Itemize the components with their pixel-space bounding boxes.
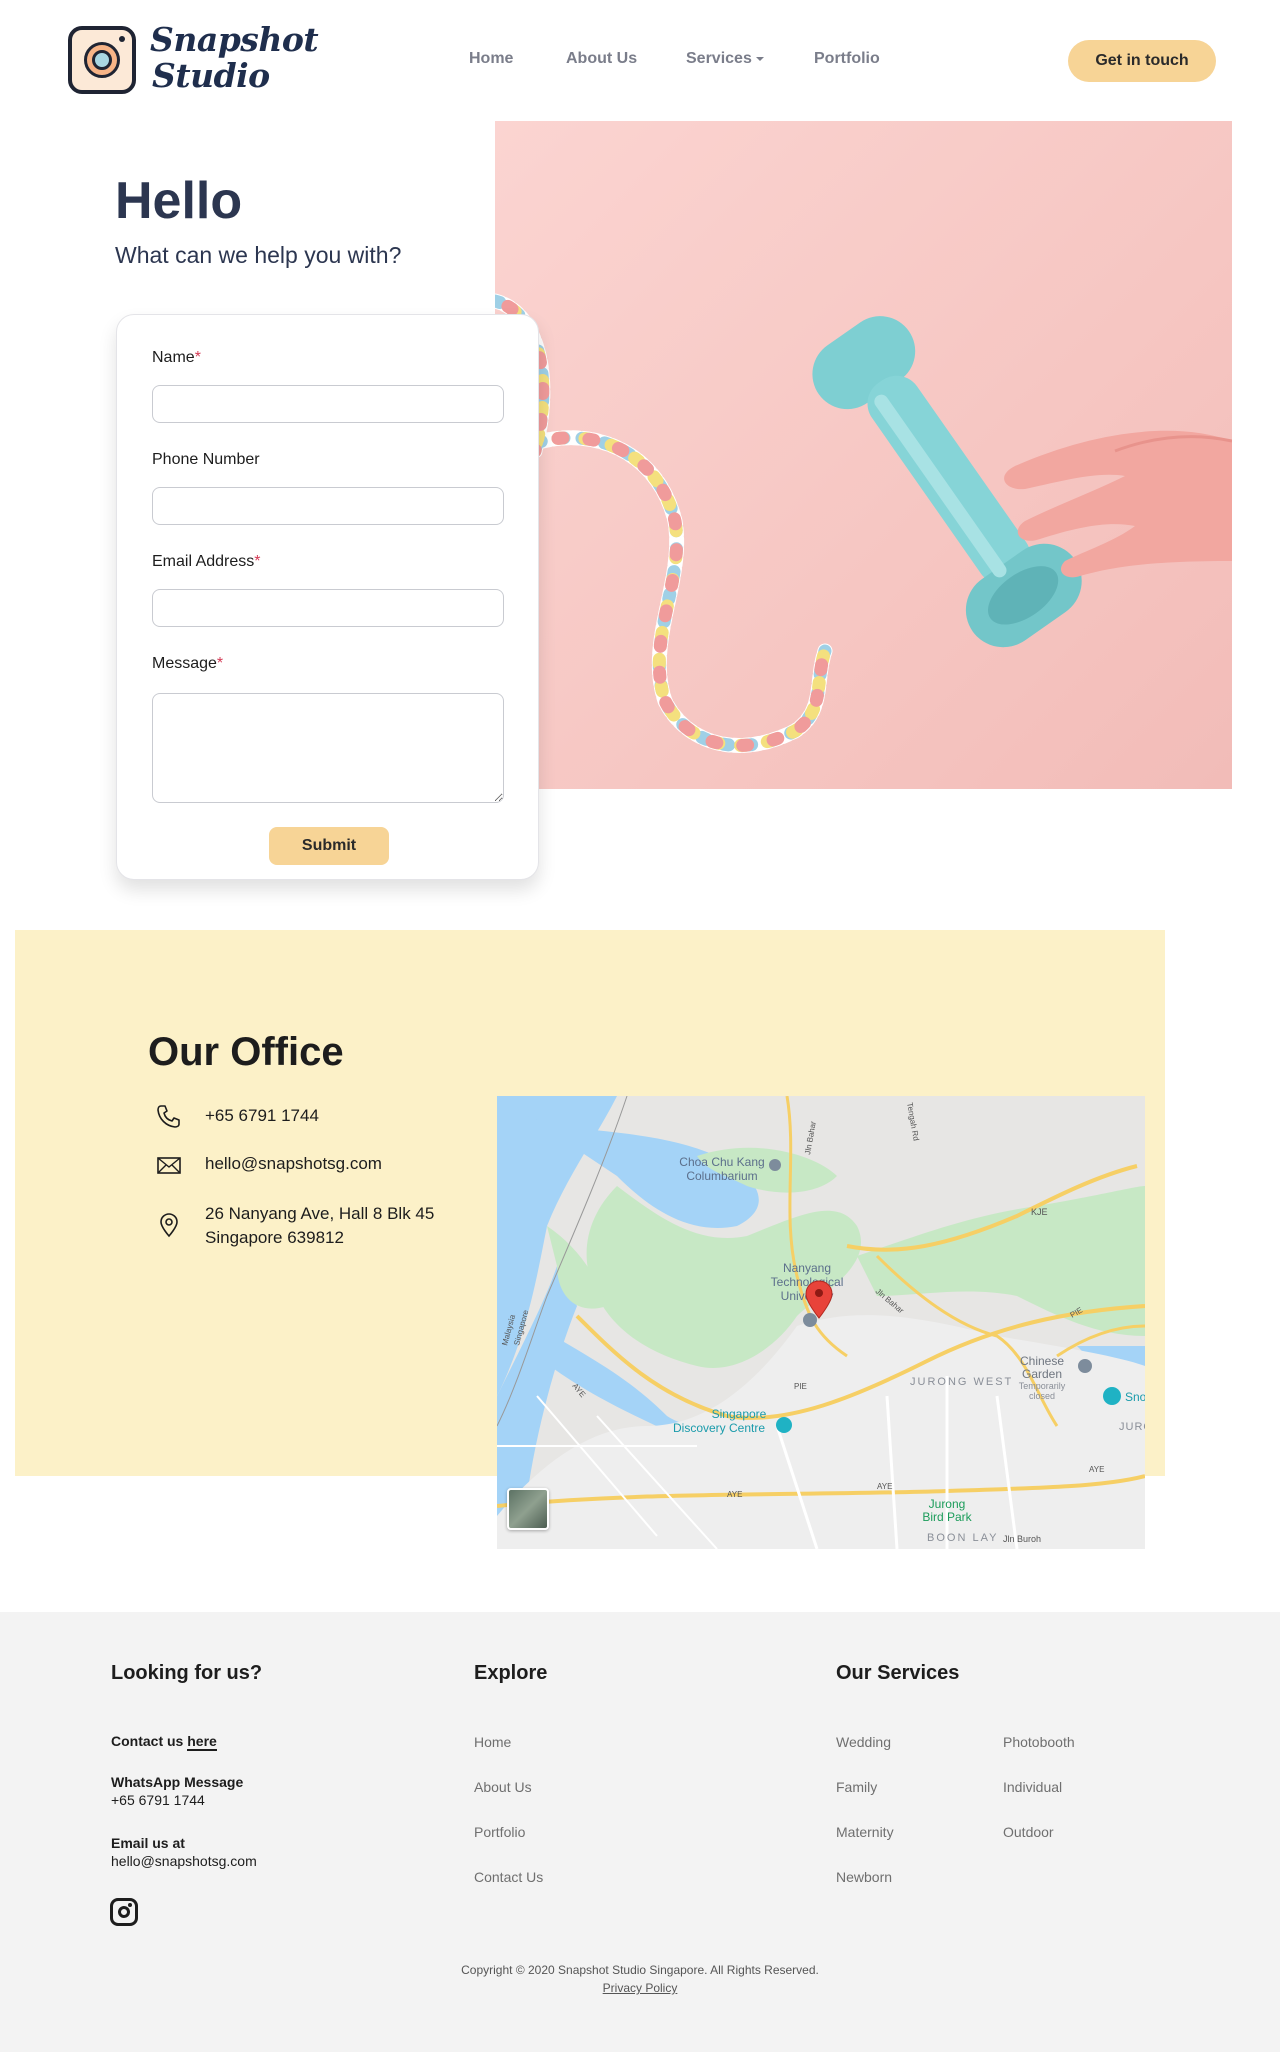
mail-icon: [157, 1157, 181, 1174]
map-label-road: Tengah Rd: [905, 1102, 921, 1142]
footer-link-about-us[interactable]: About Us: [474, 1779, 532, 1795]
map-label-road: Jln Bahar: [803, 1120, 818, 1155]
footer-link-individual[interactable]: Individual: [1003, 1779, 1062, 1795]
footer-link-newborn[interactable]: Newborn: [836, 1869, 892, 1885]
address-line-2: Singapore 639812: [205, 1228, 344, 1247]
message-label: Message*: [152, 655, 223, 673]
footer-link-contact-us[interactable]: Contact Us: [474, 1869, 543, 1885]
footer-link-outdoor[interactable]: Outdoor: [1003, 1824, 1054, 1840]
footer-col3-title: Our Services: [836, 1662, 960, 1684]
phone-label: Phone Number: [152, 451, 260, 468]
footer-link-home[interactable]: Home: [474, 1734, 511, 1750]
attraction-icon: [776, 1417, 792, 1433]
logo-icon[interactable]: [68, 26, 136, 94]
map-label-choa-chu-kang: Choa Chu Kang: [679, 1155, 764, 1169]
map-label-ntu: Technological: [771, 1275, 844, 1289]
map-label-ntu: Nanyang: [783, 1261, 831, 1275]
university-icon: [803, 1313, 817, 1327]
map-label-jurong-bird-park: Bird Park: [922, 1510, 972, 1524]
map-label-road: AYE: [877, 1482, 892, 1491]
attraction-icon: [1103, 1387, 1121, 1405]
office-address: 26 Nanyang Ave, Hall 8 Blk 45 Singapore …: [205, 1202, 434, 1250]
phone-icon: [157, 1105, 180, 1128]
page-subtitle: What can we help you with?: [115, 242, 402, 268]
map-label-road: Jln Buroh: [1003, 1534, 1041, 1544]
footer-col2-title: Explore: [474, 1662, 548, 1684]
phone-input[interactable]: [152, 487, 504, 525]
email-title: Email us at: [111, 1835, 185, 1851]
name-label: Name*: [152, 349, 201, 367]
camera-flash-dot: [119, 36, 125, 42]
chevron-down-icon: [755, 56, 764, 61]
map-label-road: PIE: [794, 1382, 807, 1391]
place-icon: [769, 1159, 781, 1171]
required-mark: *: [254, 553, 261, 570]
location-pin-icon: [160, 1213, 178, 1238]
map-satellite-toggle[interactable]: [507, 1488, 549, 1530]
page-title: Hello: [115, 172, 243, 230]
copyright: Copyright © 2020 Snapshot Studio Singapo…: [461, 1963, 819, 1977]
camera-lens-icon: [84, 42, 120, 78]
footer-contact-line: Contact us here: [111, 1733, 217, 1751]
email-label: Email Address*: [152, 553, 261, 571]
brand-line-1: Snapshot: [150, 20, 319, 59]
map-label-chinese-garden-status: closed: [1029, 1391, 1055, 1401]
place-icon: [1078, 1359, 1092, 1373]
message-label-text: Message: [152, 655, 217, 672]
footer-link-wedding[interactable]: Wedding: [836, 1734, 891, 1750]
nav-home[interactable]: Home: [469, 50, 513, 68]
footer-link-family[interactable]: Family: [836, 1779, 877, 1795]
name-input[interactable]: [152, 385, 504, 423]
nav-services-label: Services: [686, 50, 752, 67]
required-mark: *: [194, 349, 201, 366]
telephone-illustration: [495, 293, 1232, 753]
map-label-road: AYE: [727, 1490, 742, 1499]
footer-link-portfolio[interactable]: Portfolio: [474, 1824, 525, 1840]
map-label-chinese-garden: Garden: [1022, 1367, 1062, 1381]
nav-portfolio[interactable]: Portfolio: [814, 50, 880, 68]
office-title: Our Office: [148, 1030, 344, 1074]
map-label-road: AYE: [1089, 1465, 1104, 1474]
map-label-snow-city: Sno: [1125, 1390, 1145, 1404]
name-label-text: Name: [152, 349, 195, 366]
message-textarea[interactable]: [152, 693, 504, 803]
email-input[interactable]: [152, 589, 504, 627]
brand-line-2: Studio: [152, 56, 270, 95]
contact-here-link[interactable]: here: [187, 1733, 217, 1751]
map-label-jurong-west: JURONG WEST: [910, 1376, 1013, 1388]
nav-about-us[interactable]: About Us: [566, 50, 637, 68]
instagram-icon[interactable]: [110, 1898, 138, 1926]
office-map[interactable]: Choa Chu Kang Columbarium Jln Bahar Teng…: [497, 1096, 1145, 1549]
get-in-touch-button[interactable]: Get in touch: [1068, 40, 1216, 82]
office-email[interactable]: hello@snapshotsg.com: [205, 1152, 382, 1176]
footer-email[interactable]: hello@snapshotsg.com: [111, 1853, 257, 1869]
footer-link-photobooth[interactable]: Photobooth: [1003, 1734, 1075, 1750]
map-label-jurong: JURO: [1119, 1421, 1145, 1433]
hero-telephone-image: [495, 121, 1232, 789]
required-mark: *: [216, 655, 224, 672]
whatsapp-number[interactable]: +65 6791 1744: [111, 1792, 205, 1808]
contact-prefix: Contact us: [111, 1733, 184, 1749]
nav-services[interactable]: Services: [686, 50, 764, 68]
submit-button[interactable]: Submit: [269, 827, 389, 865]
map-label-road: KJE: [1031, 1207, 1048, 1217]
map-label-discovery-centre: Discovery Centre: [673, 1421, 765, 1435]
map-graphic: Choa Chu Kang Columbarium Jln Bahar Teng…: [497, 1096, 1145, 1549]
footer-link-maternity[interactable]: Maternity: [836, 1824, 894, 1840]
footer-col1-title: Looking for us?: [111, 1662, 263, 1684]
privacy-policy-link[interactable]: Privacy Policy: [603, 1981, 678, 1995]
whatsapp-title: WhatsApp Message: [111, 1774, 244, 1790]
map-label-jurong-bird-park: Jurong: [929, 1497, 966, 1511]
address-line-1: 26 Nanyang Ave, Hall 8 Blk 45: [205, 1204, 435, 1223]
map-label-chinese-garden-status: Temporarily: [1019, 1381, 1066, 1391]
map-label-discovery-centre: Singapore: [712, 1407, 767, 1421]
map-label-columbarium: Columbarium: [686, 1169, 757, 1183]
email-label-text: Email Address: [152, 553, 255, 570]
brand-name[interactable]: Snapshot Studio: [150, 20, 319, 95]
contact-form: Name* Phone Number Email Address* Messag…: [116, 314, 539, 880]
map-label-boon-lay: BOON LAY: [927, 1532, 998, 1544]
map-label-chinese-garden: Chinese: [1020, 1354, 1064, 1368]
privacy-policy-row: Privacy Policy: [0, 1981, 1280, 1995]
office-phone[interactable]: +65 6791 1744: [205, 1104, 319, 1128]
